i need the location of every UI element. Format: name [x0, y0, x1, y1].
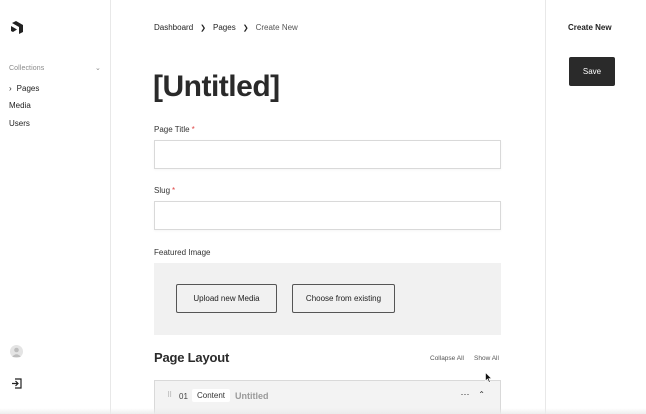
chevron-right-icon: ❯: [200, 24, 207, 32]
breadcrumb-current: Create New: [255, 23, 298, 32]
page-title: [Untitled]: [153, 70, 280, 103]
sidebar-item-label: Pages: [16, 84, 40, 93]
page-title-label-text: Page Title: [154, 125, 190, 134]
slug-label: Slug *: [154, 186, 175, 195]
sidebar-item-users[interactable]: Users: [9, 119, 30, 128]
breadcrumb-dashboard[interactable]: Dashboard: [154, 23, 193, 32]
main-content: Dashboard ❯ Pages ❯ Create New [Untitled…: [111, 0, 545, 414]
payload-logo-icon[interactable]: [10, 21, 24, 36]
sidebar-item-pages[interactable]: › Pages: [9, 84, 39, 93]
save-button[interactable]: Save: [569, 57, 615, 86]
user-avatar-icon[interactable]: [10, 345, 23, 358]
chevron-right-icon: ›: [9, 84, 12, 93]
featured-image-label: Featured Image: [154, 248, 211, 257]
layout-block: ⠿ 01 Content Untitled ⋯ ⌃: [154, 380, 501, 414]
block-type-badge: Content: [192, 389, 231, 402]
sidebar: Collections ⌄ › Pages Media Users: [0, 0, 111, 414]
featured-image-dropzone: Upload new Media Choose from existing: [154, 263, 501, 335]
page-title-label: Page Title *: [154, 125, 195, 134]
upload-new-media-button[interactable]: Upload new Media: [176, 284, 277, 313]
collections-section-header[interactable]: Collections ⌄: [9, 64, 101, 73]
show-all-button[interactable]: Show All: [474, 355, 499, 362]
breadcrumb-pages[interactable]: Pages: [213, 23, 236, 32]
slug-input[interactable]: [154, 201, 501, 230]
sidebar-item-label: Media: [9, 101, 31, 110]
chevron-down-icon[interactable]: ⌄: [95, 64, 101, 72]
required-marker: *: [172, 186, 176, 195]
mouse-cursor-icon: [485, 372, 492, 383]
collapse-all-button[interactable]: Collapse All: [430, 355, 464, 362]
sidebar-item-label: Users: [9, 119, 30, 128]
collections-label: Collections: [9, 64, 45, 72]
create-new-title: Create New: [568, 23, 612, 32]
sidebar-item-media[interactable]: Media: [9, 101, 31, 110]
slug-label-text: Slug: [154, 186, 171, 195]
more-horizontal-icon[interactable]: ⋯: [461, 389, 471, 400]
block-title[interactable]: Untitled: [235, 391, 269, 401]
logout-icon[interactable]: [11, 378, 22, 389]
page-layout-heading: Page Layout: [154, 350, 230, 365]
block-number: 01: [179, 392, 188, 401]
choose-existing-media-button[interactable]: Choose from existing: [292, 284, 395, 313]
drag-handle-icon[interactable]: ⠿: [167, 391, 172, 399]
chevron-up-icon[interactable]: ⌃: [478, 390, 485, 399]
breadcrumb: Dashboard ❯ Pages ❯ Create New: [154, 23, 298, 32]
document-sidebar: Create New Save: [545, 0, 646, 414]
page-title-input[interactable]: [154, 140, 501, 169]
required-marker: *: [191, 125, 195, 134]
chevron-right-icon: ❯: [242, 24, 249, 32]
